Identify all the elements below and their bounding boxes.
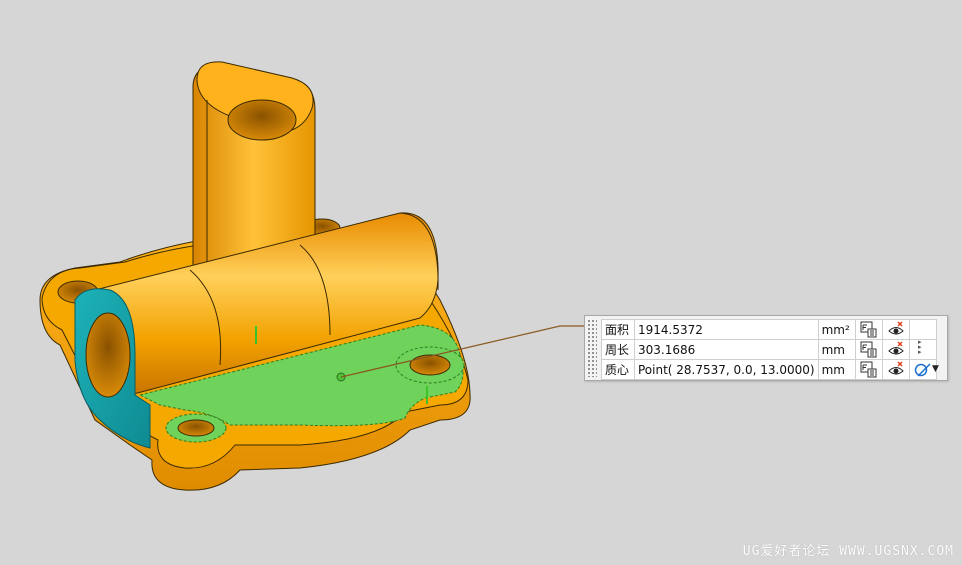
row-label-area: 面积	[601, 319, 635, 340]
expression-button[interactable]	[854, 319, 883, 340]
eye-visibility-icon	[887, 321, 904, 335]
chevron-down-icon[interactable]: ▼	[932, 364, 939, 374]
tower-bore	[227, 99, 297, 141]
eye-visibility-icon	[887, 341, 904, 355]
empty-cell	[908, 339, 937, 360]
measurement-results-panel[interactable]: 面积 1914.5372 mm² 周长 303.1686 mm 质心 Point…	[584, 315, 948, 381]
watermark-text: UG爱好者论坛 WWW.UGSNX.COM	[742, 544, 954, 559]
expression-button[interactable]	[854, 359, 883, 380]
panel-drag-handle[interactable]	[587, 319, 597, 377]
display-toggle-button[interactable]	[881, 359, 910, 380]
row-value-perimeter: 303.1686	[634, 339, 819, 360]
table-row: 质心 Point( 28.7537, 0.0, 13.0000) mm	[601, 359, 937, 380]
point-circle-icon	[914, 363, 931, 377]
display-toggle-button[interactable]	[881, 339, 910, 360]
row-label-perimeter: 周长	[601, 339, 635, 360]
row-unit-centroid: mm	[817, 359, 856, 380]
eye-visibility-icon	[887, 361, 904, 375]
fx-expression-icon	[860, 341, 877, 358]
row-label-centroid: 质心	[601, 359, 635, 380]
fx-expression-icon	[860, 321, 877, 338]
display-toggle-button[interactable]	[881, 319, 910, 340]
table-row: 面积 1914.5372 mm²	[601, 319, 937, 340]
expand-arrows-icon[interactable]: ▸ ▸ ▸	[918, 339, 922, 356]
washer-right-hole	[409, 354, 451, 376]
fx-expression-icon	[860, 361, 877, 378]
part-model[interactable]	[39, 61, 471, 491]
table-row: 周长 303.1686 mm	[601, 339, 937, 360]
expression-button[interactable]	[854, 339, 883, 360]
cad-viewport[interactable]	[0, 0, 962, 565]
results-table: 面积 1914.5372 mm² 周长 303.1686 mm 质心 Point…	[601, 319, 937, 380]
row-unit-perimeter: mm	[817, 339, 856, 360]
empty-cell	[908, 319, 937, 340]
pipe-bore	[85, 312, 131, 398]
washer-front-hole	[177, 419, 215, 437]
row-unit-area: mm²	[817, 319, 856, 340]
row-value-area: 1914.5372	[634, 319, 819, 340]
row-value-centroid: Point( 28.7537, 0.0, 13.0000)	[634, 359, 819, 380]
